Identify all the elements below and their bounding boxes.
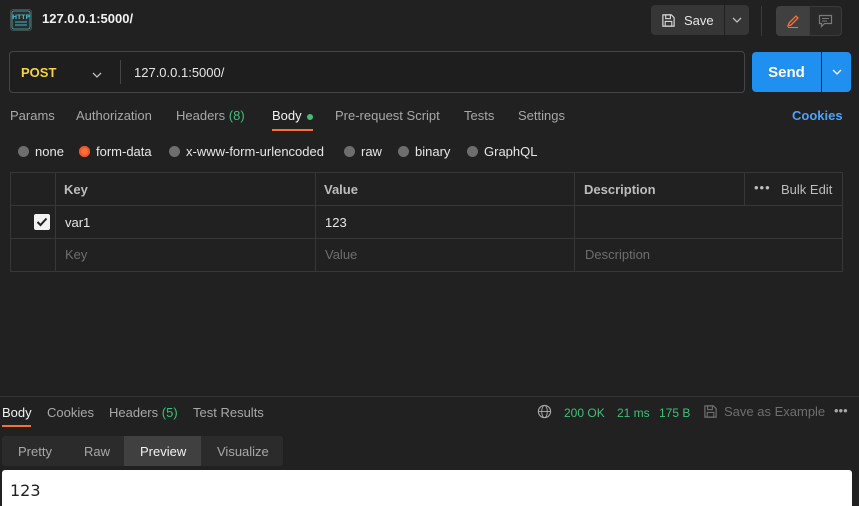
comments-button[interactable] — [809, 6, 842, 36]
edit-button[interactable] — [776, 6, 809, 36]
view-tab-pretty[interactable]: Pretty — [18, 444, 52, 459]
response-divider[interactable] — [0, 396, 859, 397]
view-tab-visualize[interactable]: Visualize — [217, 444, 269, 459]
row-value[interactable]: 123 — [325, 215, 347, 230]
save-label: Save — [684, 12, 714, 28]
response-preview-pane — [2, 470, 852, 506]
send-options-button[interactable] — [822, 52, 851, 92]
tab-headers-label: Headers — [176, 108, 226, 123]
more-options-icon[interactable]: ••• — [754, 180, 771, 195]
response-tab-headers-label: Headers — [109, 405, 159, 420]
column-header-value: Value — [324, 182, 358, 197]
cookies-link[interactable]: Cookies — [792, 108, 843, 123]
tab-settings[interactable]: Settings — [518, 108, 565, 123]
radio-dot — [344, 146, 355, 157]
radio-dot-selected — [79, 146, 90, 157]
body-indicator-dot — [306, 113, 313, 120]
save-button[interactable]: Save — [651, 5, 724, 35]
tab-tests[interactable]: Tests — [464, 108, 494, 123]
view-tab-preview[interactable]: Preview — [140, 444, 186, 459]
tab-headers[interactable]: Headers (8) — [176, 108, 245, 123]
response-active-tab-underline — [2, 425, 31, 427]
save-icon — [662, 13, 675, 27]
response-size[interactable]: 175 B — [659, 406, 690, 420]
row-enabled-checkbox[interactable] — [34, 214, 50, 230]
radio-binary[interactable]: binary — [398, 144, 450, 159]
radio-dot — [169, 146, 180, 157]
http-request-icon: HTTP — [10, 9, 32, 31]
column-header-description: Description — [584, 182, 656, 197]
view-tab-raw[interactable]: Raw — [84, 444, 110, 459]
new-description-input[interactable]: Description — [585, 247, 650, 262]
radio-graphql[interactable]: GraphQL — [467, 144, 537, 159]
checkmark-icon — [36, 217, 48, 227]
radio-label: raw — [361, 144, 382, 159]
radio-dot — [398, 146, 409, 157]
method-selector[interactable]: POST — [21, 65, 56, 80]
tab-body[interactable]: Body — [272, 108, 313, 123]
radio-label: GraphQL — [484, 144, 538, 159]
chevron-down-icon[interactable] — [92, 66, 102, 81]
bulk-edit-button[interactable]: Bulk Edit — [781, 182, 832, 197]
chevron-down-icon — [732, 17, 742, 23]
response-tab-test-results[interactable]: Test Results — [193, 405, 264, 420]
response-headers-count: (5) — [161, 405, 178, 420]
pencil-icon — [786, 15, 799, 28]
response-more-options-icon[interactable]: ••• — [834, 403, 848, 418]
tab-body-label: Body — [272, 108, 302, 123]
response-tab-cookies[interactable]: Cookies — [47, 405, 94, 420]
radio-urlencoded[interactable]: x-www-form-urlencoded — [169, 144, 324, 159]
toolbar-divider — [761, 6, 762, 36]
send-button[interactable]: Send — [752, 52, 821, 92]
chevron-down-icon — [832, 69, 841, 75]
new-key-input[interactable]: Key — [65, 247, 87, 262]
globe-icon[interactable] — [537, 404, 552, 422]
tab-authorization[interactable]: Authorization — [76, 108, 152, 123]
radio-none[interactable]: none — [18, 144, 64, 159]
request-title[interactable]: 127.0.0.1:5000/ — [42, 11, 133, 26]
response-tab-body[interactable]: Body — [2, 405, 32, 420]
comment-icon — [818, 14, 833, 28]
row-key[interactable]: var1 — [65, 215, 90, 230]
radio-dot — [18, 146, 29, 157]
url-input[interactable]: 127.0.0.1:5000/ — [134, 65, 224, 80]
radio-dot — [467, 146, 478, 157]
radio-form-data[interactable]: form-data — [79, 144, 152, 159]
headers-count: (8) — [228, 108, 245, 123]
url-divider — [120, 60, 121, 84]
new-value-input[interactable]: Value — [325, 247, 357, 262]
tab-pre-request-script[interactable]: Pre-request Script — [335, 108, 440, 123]
save-as-example-button[interactable]: Save as Example — [703, 404, 825, 419]
tab-params[interactable]: Params — [10, 108, 55, 123]
radio-label: form-data — [96, 144, 152, 159]
active-tab-underline — [272, 129, 313, 131]
radio-label: none — [35, 144, 64, 159]
radio-raw[interactable]: raw — [344, 144, 382, 159]
response-body-text: 123 — [10, 481, 41, 500]
save-options-button[interactable] — [725, 5, 749, 35]
column-header-key: Key — [64, 182, 88, 197]
status-code[interactable]: 200 OK — [564, 406, 605, 420]
response-tab-headers[interactable]: Headers (5) — [109, 405, 178, 420]
radio-label: binary — [415, 144, 451, 159]
response-time[interactable]: 21 ms — [617, 406, 650, 420]
svg-text:HTTP: HTTP — [12, 14, 30, 21]
save-as-example-label: Save as Example — [724, 404, 826, 419]
save-icon — [704, 405, 717, 418]
radio-label: x-www-form-urlencoded — [186, 144, 324, 159]
